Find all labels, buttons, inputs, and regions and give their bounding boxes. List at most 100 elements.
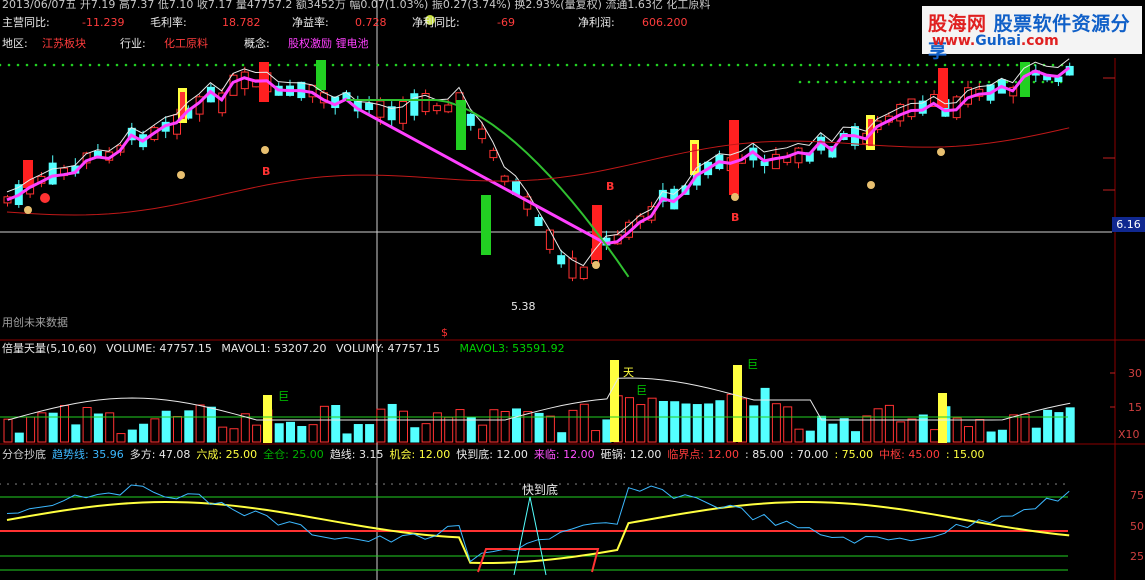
signal-badge-icon	[40, 193, 50, 203]
indicator-dot	[847, 483, 849, 485]
volume-axis-unit: X10	[1118, 428, 1140, 441]
indicator-dot	[927, 483, 929, 485]
resistance-dot	[466, 63, 470, 67]
indicator-dot	[279, 483, 281, 485]
indicator-dot	[167, 483, 169, 485]
indicator-dot	[807, 483, 809, 485]
indicator-dot	[311, 483, 313, 485]
volume-bar	[749, 405, 759, 443]
indicator-dot	[0, 483, 1, 485]
buy-marker: B	[262, 165, 271, 178]
volume-bar	[308, 424, 318, 443]
volume-bar	[918, 414, 928, 443]
buy-marker: B	[606, 180, 615, 193]
indicator-dot	[591, 483, 593, 485]
indicator-dot	[487, 483, 489, 485]
volume-axis-30: 30	[1128, 367, 1142, 380]
indicator-dot	[871, 483, 873, 485]
resistance-dot	[610, 63, 614, 67]
resistance-dot	[979, 63, 983, 67]
indicator-dot	[583, 483, 585, 485]
hand-pointer-icon	[937, 148, 945, 156]
indicator-dot	[335, 483, 337, 485]
resistance-dot	[412, 63, 416, 67]
candle-body	[534, 217, 543, 227]
resistance-dot	[1015, 63, 1019, 67]
volume-bar	[48, 412, 58, 443]
volume-bar	[421, 423, 431, 443]
volume-bar	[647, 397, 657, 443]
resistance-dot	[906, 80, 910, 84]
candle-body	[489, 149, 498, 159]
volume-bar	[319, 405, 329, 443]
volume-mark-tian: 天	[623, 366, 634, 379]
candle-body	[466, 113, 475, 126]
volume-mark-ju-2: 巨	[278, 390, 289, 403]
indicator-dot	[567, 483, 569, 485]
volume-axis-15: 15	[1128, 401, 1142, 414]
volume-bar	[907, 418, 917, 443]
indicator-dot	[887, 483, 889, 485]
candle-body	[545, 229, 554, 250]
indicator-dot	[31, 483, 33, 485]
indicator-dot	[815, 483, 817, 485]
indicator-dot	[71, 483, 73, 485]
volume-bar	[184, 410, 194, 443]
indicator-dot	[39, 483, 41, 485]
resistance-dot	[34, 63, 38, 67]
indicator-dot	[407, 483, 409, 485]
indicator-dot	[303, 483, 305, 485]
volume-bar	[534, 412, 544, 443]
indicator-value-5: 趋线: 3.15	[329, 448, 384, 461]
hand-pointer-icon	[24, 206, 32, 214]
profit-growth-label: 净利同比:	[412, 16, 460, 29]
indicator-dot	[711, 483, 713, 485]
indicator-dot	[639, 483, 641, 485]
resistance-dot	[448, 63, 452, 67]
indicator-axis-50: 50	[1130, 520, 1144, 533]
volume-bar	[715, 400, 725, 443]
indicator-value-15: : 15.00	[945, 448, 985, 461]
volume-mark-ju-3: 巨	[747, 358, 758, 371]
indicator-dot	[375, 483, 377, 485]
volume-bar	[26, 416, 36, 443]
resistance-dot	[196, 63, 200, 67]
resistance-dot	[870, 80, 874, 84]
resistance-dot	[915, 80, 919, 84]
indicator-dot	[119, 483, 121, 485]
volume-bar	[636, 404, 646, 443]
volume-bar	[218, 426, 228, 443]
indicator-value-6: 机会: 12.00	[389, 448, 451, 461]
indicator-value-2: 多方: 47.08	[129, 448, 191, 461]
resistance-dot	[241, 63, 245, 67]
resistance-dot	[889, 63, 893, 67]
volume-bar	[794, 428, 804, 443]
indicator-trend-line	[6, 501, 1070, 564]
logo-url-domain: Guhai	[975, 33, 1021, 49]
resistance-dot	[295, 63, 299, 67]
chart-canvas[interactable]	[0, 0, 1145, 580]
signal-candle	[481, 195, 491, 255]
resistance-dot	[511, 63, 515, 67]
buy-marker: B	[731, 211, 740, 224]
volume-bar	[1043, 409, 1053, 443]
indicator-dot	[615, 483, 617, 485]
indicator-header: 分仓抄底 趋势线: 35.96 多方: 47.08 六成: 25.00 全仓: 25.0…	[2, 448, 991, 462]
industry-label: 行业:	[120, 37, 146, 50]
volume-bar	[139, 423, 149, 443]
resistance-dot	[781, 63, 785, 67]
resistance-dot	[178, 63, 182, 67]
resistance-dot	[565, 63, 569, 67]
volume-bar	[252, 424, 262, 443]
indicator-dot	[983, 483, 985, 485]
resistance-dot	[790, 63, 794, 67]
indicator-dot	[87, 483, 89, 485]
indicator-dot	[511, 483, 513, 485]
resistance-dot	[754, 63, 758, 67]
resistance-dot	[682, 63, 686, 67]
resistance-dot	[133, 63, 137, 67]
volume-bar	[851, 431, 860, 443]
resistance-dot	[628, 63, 632, 67]
volumy-value: VOLUMY: 47757.15	[335, 342, 441, 355]
resistance-dot	[772, 63, 776, 67]
